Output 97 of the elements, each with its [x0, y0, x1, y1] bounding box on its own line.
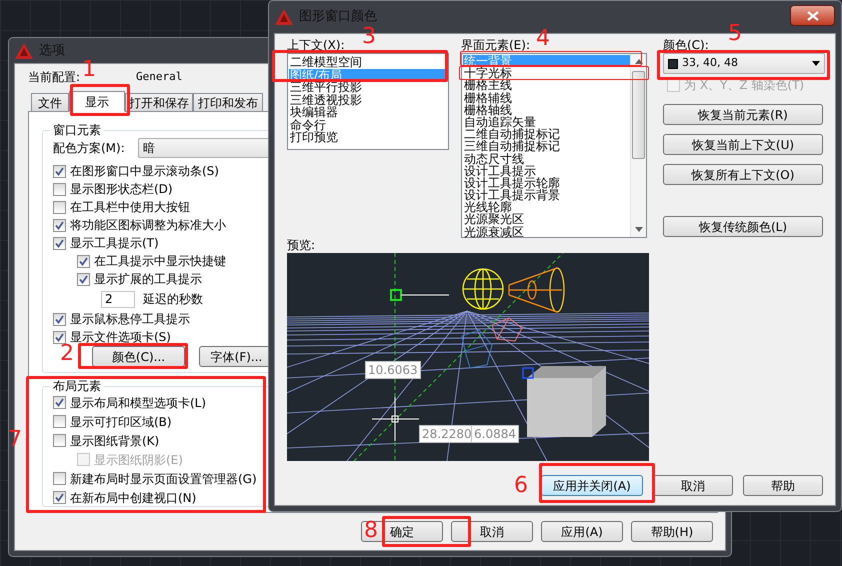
- profile-name: General: [136, 68, 182, 85]
- list-item[interactable]: 打印预览: [289, 131, 447, 144]
- scrollbar[interactable]: [630, 54, 646, 237]
- list-item[interactable]: 设计工具提示轮廓: [463, 176, 630, 190]
- checkbox-label: 在工具栏中使用大按钮: [70, 199, 190, 216]
- checkbox-label: 显示图形状态栏(D): [70, 181, 173, 198]
- checkbox[interactable]: [53, 312, 66, 326]
- checkbox-label: 新建布局时显示页面设置管理器(G): [70, 470, 257, 488]
- check-icon: [55, 398, 64, 407]
- list-item[interactable]: 命令行: [289, 118, 447, 131]
- close-icon: [806, 10, 818, 20]
- list-item[interactable]: 栅格轴线: [463, 104, 630, 116]
- dialog-button[interactable]: 帮助(H): [631, 521, 713, 542]
- color-value: 33, 40, 48: [682, 55, 739, 72]
- tab[interactable]: 打印和发布: [193, 93, 263, 112]
- field-label: 配色方案(M):: [53, 140, 126, 157]
- dialog-button[interactable]: 恢复当前元素(R): [663, 104, 823, 125]
- checkbox-label: 显示图纸背景(K): [70, 432, 160, 450]
- checkbox-label: 显示可打印区域(B): [70, 414, 172, 430]
- checkbox-label: 在工具提示中显示快捷键: [94, 253, 226, 270]
- list-item[interactable]: 三维自动捕捉标记: [463, 140, 630, 152]
- field-label: 界面元素(E):: [461, 38, 531, 53]
- checkbox[interactable]: [53, 218, 66, 232]
- checkbox-label: 显示鼠标悬停工具提示: [70, 311, 190, 328]
- list-item[interactable]: 光源聚光区: [463, 213, 630, 226]
- close-button[interactable]: [790, 5, 835, 26]
- highlight-box: [70, 84, 130, 116]
- check-icon: [55, 493, 64, 502]
- checkbox-label: 显示工具提示(T): [70, 235, 159, 252]
- checkbox[interactable]: [53, 236, 66, 250]
- checkbox[interactable]: [53, 164, 66, 178]
- checkbox[interactable]: [53, 434, 66, 447]
- annotation-number: 4: [536, 27, 550, 51]
- dialog-button[interactable]: 取消: [653, 475, 733, 496]
- list-item[interactable]: 三维透视投影: [289, 94, 447, 106]
- color-swatch: [668, 58, 678, 68]
- dimension-readout: 6.0884: [471, 425, 519, 443]
- list-item[interactable]: 栅格辅线: [463, 92, 630, 104]
- crosshair-icon: [372, 396, 420, 442]
- checkbox-label: 显示布局和模型选项卡(L): [70, 394, 206, 412]
- annotation-number: 6: [514, 474, 528, 498]
- camera-drawing: [461, 317, 523, 369]
- checkbox-label: 在图形窗口中显示滚动条(S): [70, 163, 219, 180]
- annotation-number: 2: [60, 342, 74, 366]
- list-item[interactable]: 设计工具提示背景: [463, 189, 630, 202]
- app-logo-icon: [275, 9, 293, 25]
- checkbox-label: 显示图纸阴影(E): [94, 452, 183, 468]
- list-item[interactable]: 动态尺寸线: [463, 152, 630, 165]
- color-dropdown[interactable]: 33, 40, 48: [663, 53, 825, 74]
- list-item[interactable]: 光线轮廓: [463, 201, 630, 214]
- app-logo-icon: [15, 42, 33, 58]
- checkbox-label: 将功能区图标调整为标准大小: [70, 217, 226, 234]
- sphere-drawing: [462, 268, 504, 310]
- checkbox-label: 显示扩展的工具提示: [94, 271, 202, 288]
- dialog-button[interactable]: 恢复当前上下文(U): [663, 134, 823, 155]
- list-item[interactable]: 二维自动捕捉标记: [463, 128, 630, 140]
- list-item[interactable]: 块编辑器: [289, 106, 447, 118]
- checkbox[interactable]: [53, 200, 66, 214]
- dialog-button[interactable]: 帮助: [743, 475, 823, 496]
- dialog-button[interactable]: 恢复所有上下文(O): [663, 164, 823, 185]
- check-icon: [55, 166, 64, 176]
- dialog-button[interactable]: 取消: [451, 521, 533, 542]
- scroll-down-icon: [634, 227, 642, 232]
- checkbox[interactable]: [53, 472, 66, 485]
- cone-drawing: [508, 267, 565, 313]
- checkbox[interactable]: [53, 396, 66, 409]
- list-item[interactable]: 光源衰减区: [463, 226, 630, 238]
- list-item[interactable]: 自动追踪矢量: [463, 116, 630, 128]
- dialog-button[interactable]: 颜色(C)...: [92, 346, 185, 367]
- tab[interactable]: 文件: [31, 93, 69, 112]
- group-title: 布局元素: [52, 379, 102, 393]
- field-label: 延迟的秒数: [143, 291, 203, 308]
- dialog-button[interactable]: 应用并关闭(A): [541, 475, 643, 496]
- field-label: 颜色(C):: [663, 38, 710, 53]
- checkbox[interactable]: [53, 415, 66, 428]
- ucs-marker-drawing: [390, 289, 450, 301]
- checkbox[interactable]: [53, 182, 66, 196]
- field-label: 上下文(X):: [287, 38, 346, 53]
- checkbox-label: 在新布局中创建视口(N): [70, 490, 196, 506]
- number-field[interactable]: 2: [101, 290, 135, 308]
- dialog-button[interactable]: 恢复传统颜色(L): [663, 216, 823, 237]
- annotation-number: 8: [364, 519, 378, 543]
- checkbox[interactable]: [77, 272, 90, 286]
- list-item[interactable]: 设计工具提示: [463, 164, 630, 177]
- tab[interactable]: 显示: [69, 91, 125, 112]
- checkbox[interactable]: [77, 254, 90, 268]
- dialog-button[interactable]: 应用(A): [541, 521, 623, 542]
- grip-icon: [522, 367, 534, 379]
- field-label: 预览:: [287, 238, 316, 253]
- dropdown-arrow-icon: [812, 61, 820, 66]
- annotation-number: 1: [82, 58, 96, 82]
- checkbox[interactable]: [53, 491, 66, 504]
- group-title: 窗口元素: [52, 123, 102, 137]
- dimension-readout: 10.6063: [365, 361, 421, 379]
- scroll-thumb[interactable]: [632, 71, 645, 159]
- checkbox[interactable]: [53, 330, 66, 344]
- checkbox-label: 显示文件选项卡(S): [70, 329, 171, 344]
